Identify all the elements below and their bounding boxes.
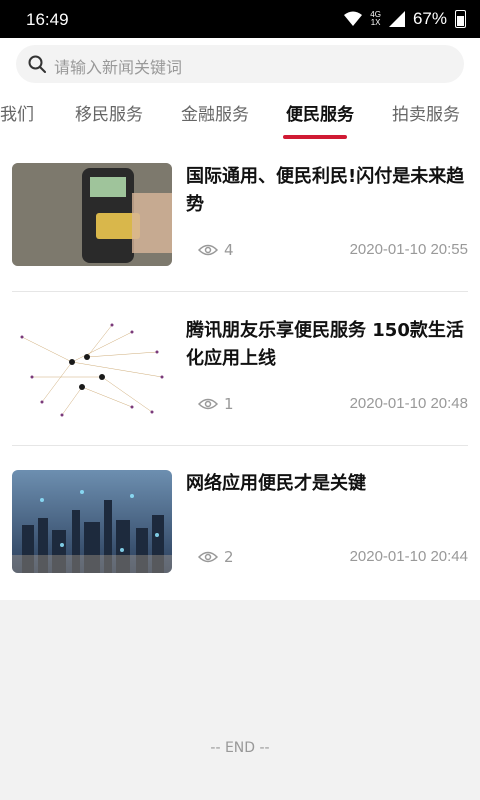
view-count: 2 (198, 548, 234, 566)
article-list: 国际通用、便民利民!闪付是未来趋势 4 2020-01-10 20:55 腾讯朋… (0, 148, 480, 600)
eye-icon (198, 551, 218, 563)
tab-auction[interactable]: 拍卖服务 (392, 100, 460, 125)
article-title: 国际通用、便民利民!闪付是未来趋势 (186, 166, 465, 215)
status-time: 16:49 (26, 10, 69, 29)
article-date: 2020-01-10 20:44 (349, 548, 468, 565)
network-type: 4G 1X (370, 10, 381, 27)
article-date: 2020-01-10 20:55 (349, 241, 468, 258)
status-icons: 4G 1X 67% (344, 9, 466, 29)
view-count-value: 2 (224, 548, 234, 566)
divider (12, 445, 468, 446)
end-of-list-text: -- END -- (210, 740, 270, 756)
tab-finance[interactable]: 金融服务 (181, 100, 249, 125)
tab-immigration[interactable]: 移民服务 (75, 100, 143, 125)
article-thumbnail (12, 163, 172, 266)
eye-icon (198, 244, 218, 256)
cell-signal-icon (388, 11, 405, 27)
article-title: 腾讯朋友乐享便民服务 150款生活化应用上线 (186, 320, 464, 369)
view-count: 1 (198, 395, 234, 413)
list-item[interactable]: 腾讯朋友乐享便民服务 150款生活化应用上线 1 2020-01-10 20:4… (12, 317, 468, 441)
battery-percent: 67% (412, 9, 447, 28)
search-placeholder: 请输入新闻关键词 (54, 58, 183, 77)
view-count-value: 4 (224, 241, 234, 259)
header: 请输入新闻关键词 关于我们 移民服务 金融服务 便民服务 拍卖服务 (0, 38, 480, 148)
list-item[interactable]: 国际通用、便民利民!闪付是未来趋势 4 2020-01-10 20:55 (12, 163, 468, 287)
category-tabs: 关于我们 移民服务 金融服务 便民服务 拍卖服务 (0, 90, 480, 140)
view-count: 4 (198, 241, 234, 259)
search-input[interactable]: 请输入新闻关键词 (16, 45, 464, 83)
article-title: 网络应用便民才是关键 (186, 473, 366, 494)
active-tab-indicator (283, 135, 347, 139)
search-icon (28, 55, 46, 73)
list-item[interactable]: 网络应用便民才是关键 2 2020-01-10 20:44 (12, 470, 468, 594)
article-thumbnail (12, 317, 172, 420)
divider (12, 291, 468, 292)
tab-convenience[interactable]: 便民服务 (286, 100, 354, 125)
status-bar: 16:49 4G 1X 67% (0, 0, 480, 38)
article-thumbnail (12, 470, 172, 573)
tab-about-us[interactable]: 关于我们 (0, 100, 34, 125)
article-date: 2020-01-10 20:48 (349, 395, 468, 412)
signal-icon (344, 11, 363, 26)
view-count-value: 1 (224, 395, 234, 413)
battery-icon (455, 10, 466, 28)
eye-icon (198, 398, 218, 410)
